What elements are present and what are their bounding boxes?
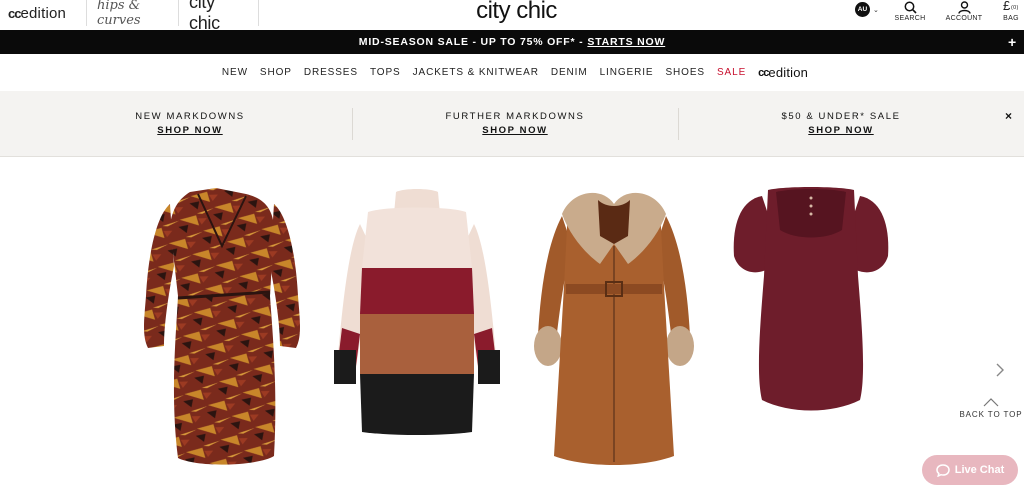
nav-item-dresses[interactable]: DRESSES <box>304 67 358 78</box>
bag-count: (0) <box>1011 5 1019 11</box>
product-carousel <box>0 158 1024 489</box>
locale-badge: AU <box>855 2 870 17</box>
nav-item-jackets-knitwear[interactable]: JACKETS & KNITWEAR <box>413 67 539 78</box>
product-image-colorblock-knit-dress[interactable] <box>332 188 502 436</box>
banner-further-markdowns: FURTHER MARKDOWNS SHOP NOW <box>420 111 610 136</box>
banner-title: FURTHER MARKDOWNS <box>445 111 585 122</box>
bag-button[interactable]: £ (0) BAG <box>998 0 1024 26</box>
chevron-down-icon: ⌄ <box>873 6 879 14</box>
live-chat-button[interactable]: Live Chat <box>922 455 1018 485</box>
nav-item-shoes[interactable]: SHOES <box>665 67 705 78</box>
promo-bar: MID-SEASON SALE - UP TO 75% OFF* - START… <box>0 30 1024 54</box>
ccedition-edition: edition <box>20 4 67 22</box>
nav-ccedition-cc: cc <box>758 66 769 79</box>
brand-tab-ccedition[interactable]: cc edition <box>0 0 87 26</box>
locale-selector[interactable]: AU ⌄ <box>855 2 879 17</box>
shop-now-link[interactable]: SHOP NOW <box>110 125 270 136</box>
search-button[interactable]: SEARCH <box>893 0 927 26</box>
product-image-suede-tunic-dress[interactable] <box>732 186 890 416</box>
brand-tabs: cc edition hips & curves city chic <box>0 0 259 33</box>
hips-curves-logo: hips & curves <box>97 0 141 28</box>
live-chat-label: Live Chat <box>954 464 1005 476</box>
product-image-faux-leather-trench-coat[interactable] <box>532 186 696 470</box>
banner-under-50-sale: $50 & UNDER* SALE SHOP NOW <box>755 111 927 136</box>
expand-icon[interactable]: + <box>1008 34 1017 50</box>
chat-bubble-icon <box>935 463 950 477</box>
banner-divider <box>352 108 353 140</box>
nav-item-lingerie[interactable]: LINGERIE <box>600 67 654 78</box>
nav-item-tops[interactable]: TOPS <box>370 67 401 78</box>
ccedition-cc: cc <box>8 5 22 21</box>
close-icon[interactable]: × <box>1005 109 1012 123</box>
nav-item-denim[interactable]: DENIM <box>551 67 588 78</box>
banner-new-markdowns: NEW MARKDOWNS SHOP NOW <box>110 111 270 136</box>
back-to-top-label: BACK TO TOP <box>959 410 1023 419</box>
nav-item-sale[interactable]: SALE <box>717 67 746 78</box>
banner-divider <box>678 108 679 140</box>
banner-title: NEW MARKDOWNS <box>135 111 245 122</box>
search-icon <box>904 1 917 14</box>
account-button[interactable]: ACCOUNT <box>944 0 984 26</box>
main-nav: NEW SHOP DRESSES TOPS JACKETS & KNITWEAR… <box>0 54 1024 91</box>
shop-now-link[interactable]: SHOP NOW <box>420 125 610 136</box>
shop-now-link[interactable]: SHOP NOW <box>755 125 927 136</box>
nav-ccedition-edition: edition <box>768 65 809 80</box>
brand-tab-city-chic[interactable]: city chic <box>179 0 259 33</box>
markdown-banner: NEW MARKDOWNS SHOP NOW FURTHER MARKDOWNS… <box>0 91 1024 157</box>
promo-link[interactable]: STARTS NOW <box>587 36 665 48</box>
promo-text: MID-SEASON SALE - UP TO 75% OFF* - <box>358 36 584 48</box>
back-to-top-button[interactable]: BACK TO TOP <box>957 398 1024 419</box>
top-header: cc edition hips & curves city chic city c… <box>0 0 1024 33</box>
nav-item-ccedition[interactable]: cc edition <box>758 65 808 80</box>
account-label: ACCOUNT <box>945 15 983 22</box>
bag-currency-icon: £ <box>1003 0 1011 13</box>
banner-title: $50 & UNDER* SALE <box>781 111 901 122</box>
city-chic-tab-logo: city chic <box>189 0 220 33</box>
bag-indicator: £ (0) <box>998 0 1024 14</box>
bag-label: BAG <box>1003 15 1019 22</box>
product-image-wrap-dress[interactable] <box>138 186 306 471</box>
nav-item-shop[interactable]: SHOP <box>260 67 292 78</box>
brand-tab-hips-curves[interactable]: hips & curves <box>87 0 179 28</box>
user-icon <box>957 1 971 14</box>
chevron-up-icon <box>983 398 999 407</box>
site-logo[interactable]: city chic <box>469 0 564 25</box>
search-label: SEARCH <box>894 15 926 22</box>
chevron-right-icon[interactable] <box>994 362 1006 378</box>
nav-item-new[interactable]: NEW <box>222 67 248 78</box>
